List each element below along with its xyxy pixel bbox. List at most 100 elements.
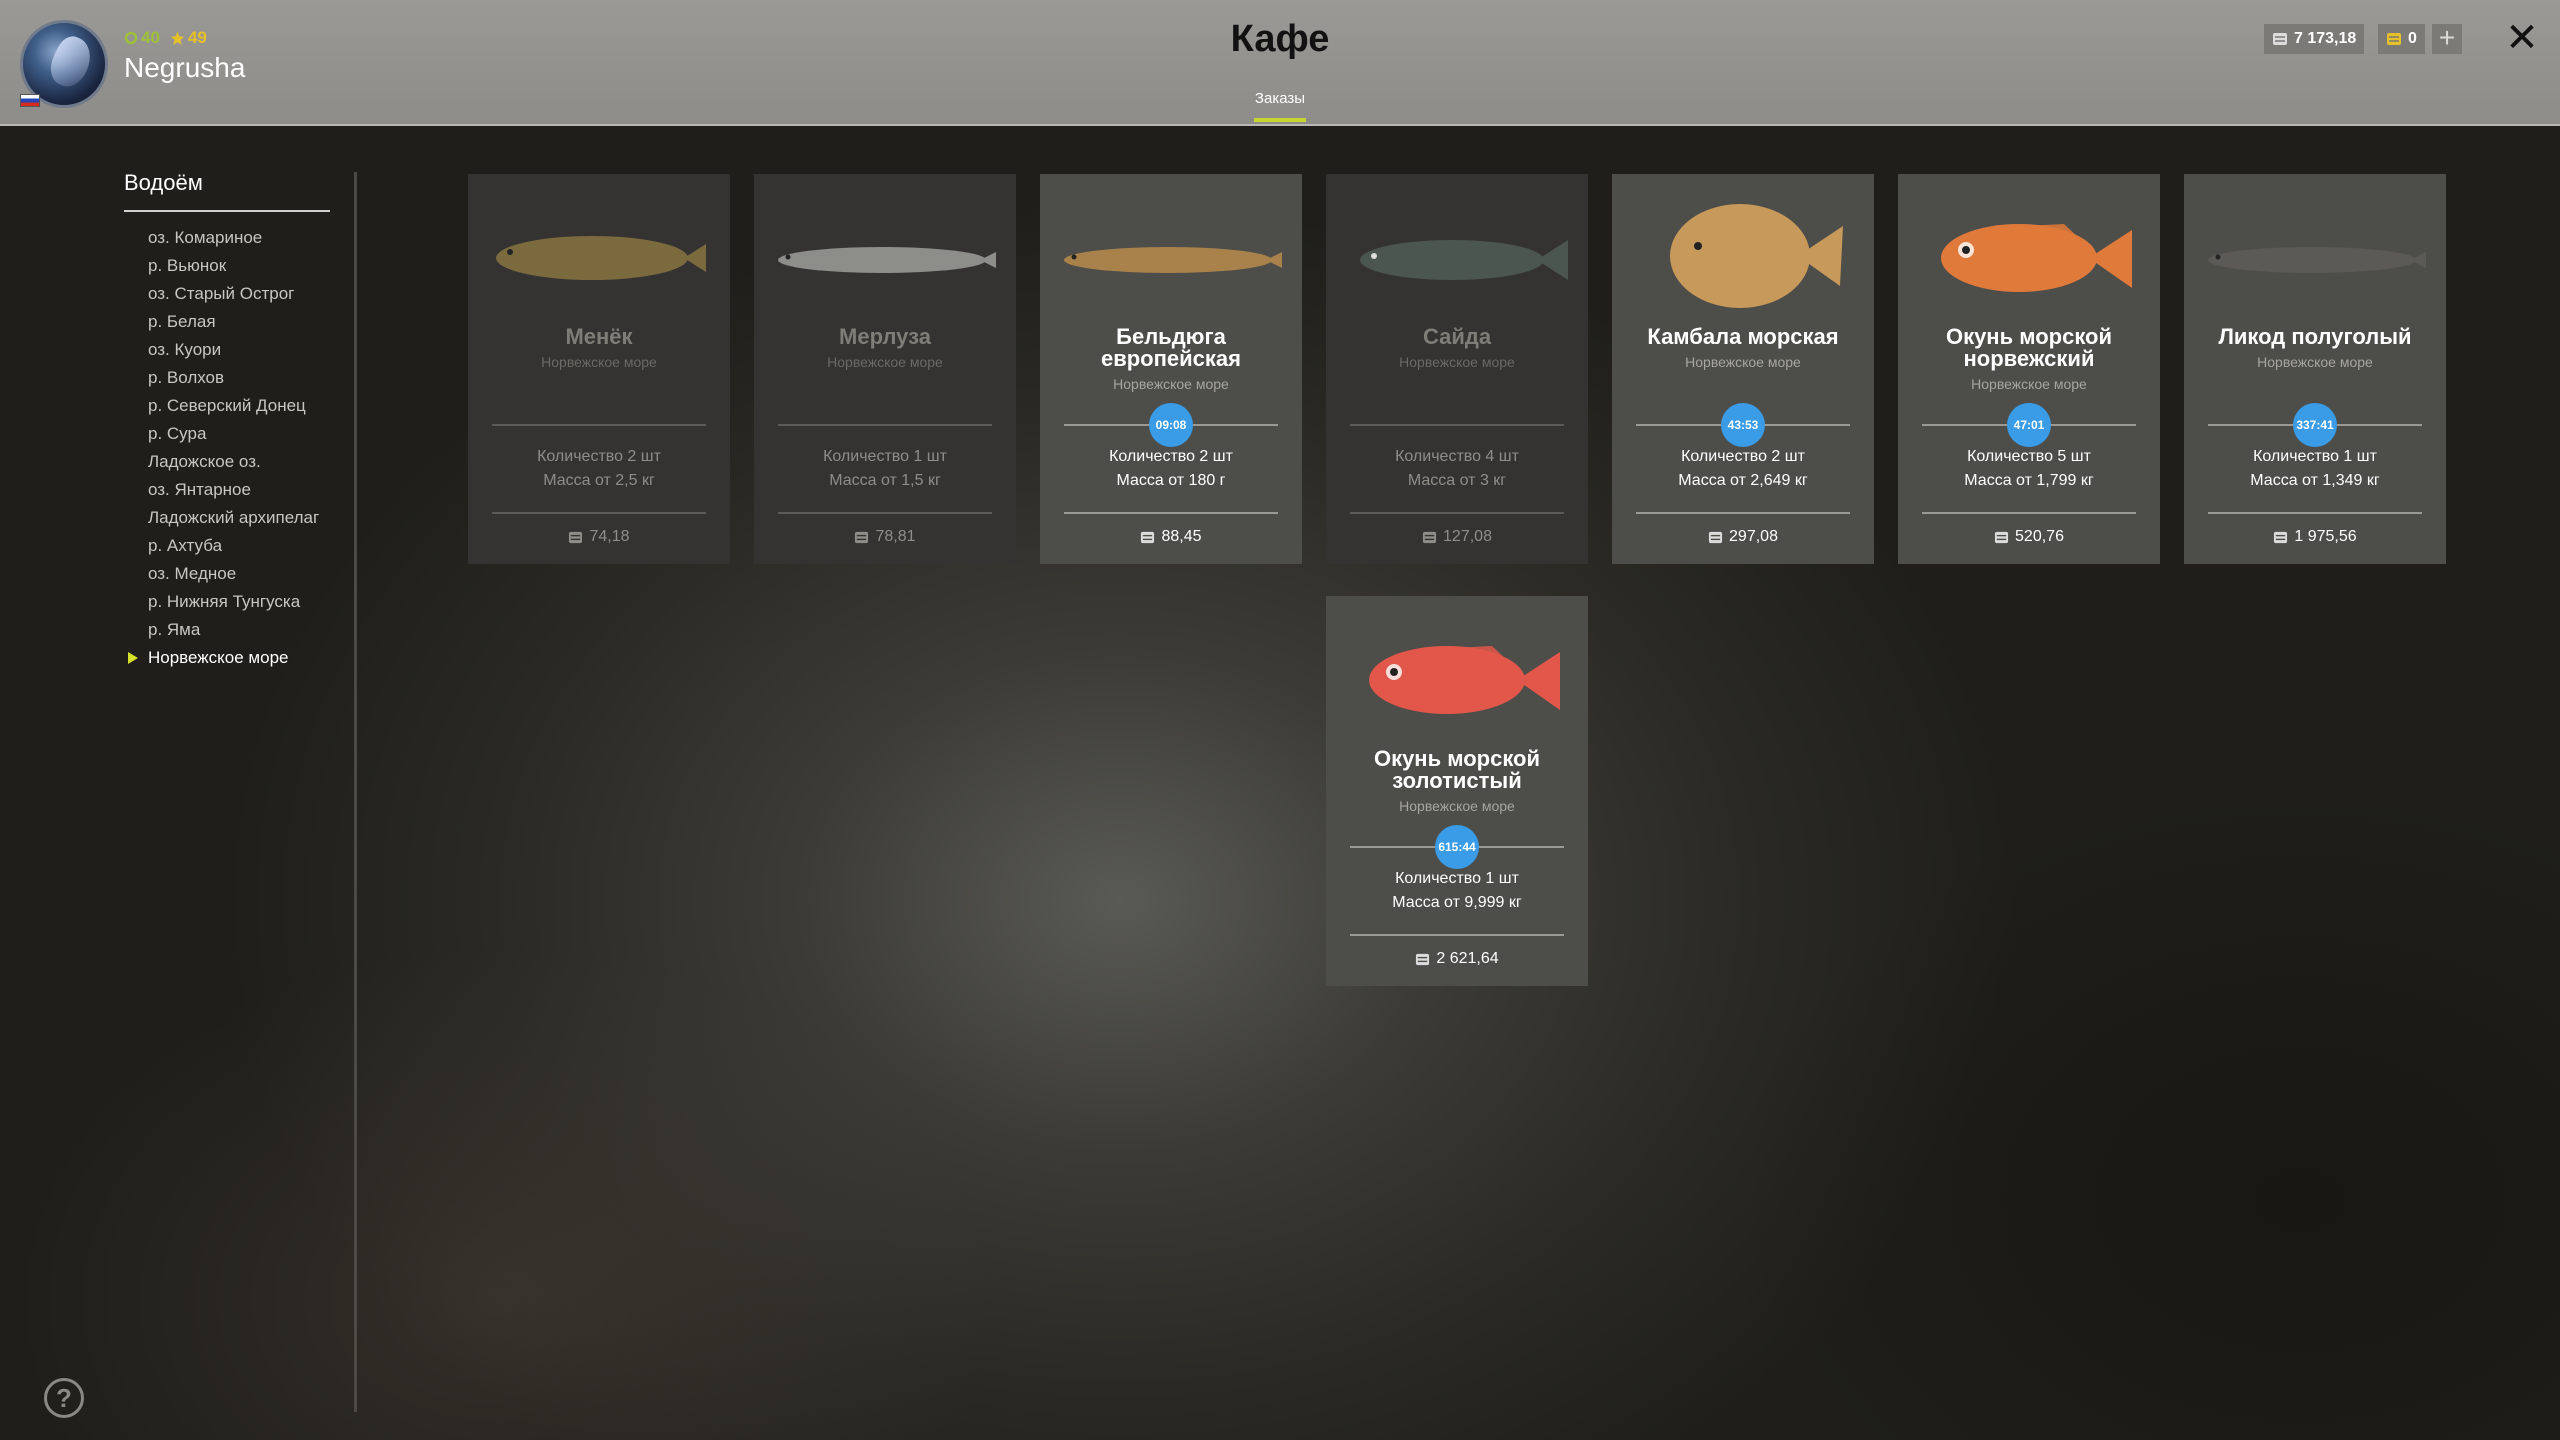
order-price-value: 88,45 [1161, 528, 1202, 545]
tab-orders[interactable]: Заказы [1230, 90, 1330, 107]
fish-name-line1: Ликод полуголый [2218, 324, 2412, 349]
sidebar-item-water[interactable]: оз. Медное [148, 560, 319, 588]
order-price: 127,08 [1326, 528, 1588, 546]
order-card[interactable]: Окунь морской норвежский Норвежское море… [1898, 174, 2160, 564]
card-divider [492, 512, 706, 514]
silver-coin-icon [1141, 531, 1155, 543]
saithe-fish-icon [1342, 188, 1572, 318]
order-quantity: Количество 2 шт [537, 448, 661, 465]
order-price-value: 297,08 [1729, 528, 1778, 545]
order-mass: Масса от 3 кг [1407, 472, 1507, 489]
order-card[interactable]: Сайда Норвежское море Количество 4 шт Ма… [1326, 174, 1588, 564]
tab-active-indicator [1254, 118, 1306, 122]
close-button[interactable]: ✕ [2502, 18, 2542, 58]
fish-name-line2: золотистый [1392, 768, 1522, 793]
sidebar-item-water[interactable]: Ладожское оз. [148, 448, 319, 476]
page-title: Кафе [1230, 18, 1330, 60]
silver-coin-icon [1708, 531, 1723, 543]
card-divider [1350, 512, 1564, 514]
card-divider [1636, 512, 1850, 514]
sidebar-item-water[interactable]: оз. Комариное [148, 224, 319, 252]
sidebar-item-water[interactable]: р. Вьюнок [148, 252, 319, 280]
help-button[interactable]: ? [44, 1378, 84, 1418]
fish-name: Окунь морской золотистый [1334, 748, 1580, 792]
order-quantity: Количество 4 шт [1395, 448, 1519, 465]
order-price: 2 621,64 [1326, 950, 1588, 968]
order-timer: 615:44 [1435, 825, 1479, 869]
order-mass: Масса от 1,799 кг [1964, 472, 2094, 489]
sidebar-item-water[interactable]: р. Сура [148, 420, 319, 448]
order-card[interactable]: Бельдюга европейская Норвежское море 09:… [1040, 174, 1302, 564]
fish-region: Норвежское море [1971, 376, 2087, 392]
card-divider [778, 512, 992, 514]
sidebar-item-water[interactable]: Норвежское море [127, 644, 319, 672]
silver-balance: 7 173,18 [2264, 24, 2365, 54]
order-price: 520,76 [1898, 528, 2160, 546]
sidebar-item-water[interactable]: оз. Старый Острог [148, 280, 319, 308]
top-bar: 40 49 Negrusha Кафе Заказы 7 173,18 0 + … [0, 0, 2560, 126]
sidebar-item-water[interactable]: р. Белая [148, 308, 319, 336]
order-timer: 337:41 [2293, 403, 2337, 447]
card-divider [1350, 424, 1564, 426]
card-divider [778, 424, 992, 426]
order-price-value: 520,76 [2015, 528, 2064, 545]
sidebar-item-water[interactable]: р. Северский Донец [148, 392, 319, 420]
order-quantity: Количество 2 шт [1681, 448, 1805, 465]
fish-name-line1: Бельдюга [1116, 324, 1226, 349]
fish-region: Норвежское море [1399, 354, 1515, 370]
order-card[interactable]: Менёк Норвежское море Количество 2 шт Ма… [468, 174, 730, 564]
fish-name: Окунь морской норвежский [1906, 326, 2152, 370]
fish-name-line2: норвежский [1963, 346, 2095, 371]
order-card[interactable]: Ликод полуголый Норвежское море 337:41 К… [2184, 174, 2446, 564]
fish-region: Норвежское море [1113, 376, 1229, 392]
order-mass: Масса от 2,649 кг [1678, 472, 1808, 489]
order-quantity: Количество 5 шт [1967, 448, 2091, 465]
fish-region: Норвежское море [1399, 798, 1515, 814]
plaice-fish-icon [1628, 188, 1858, 318]
fish-name-line1: Камбала морская [1647, 324, 1839, 349]
redfish-fish-icon [1914, 188, 2144, 318]
order-mass: Масса от 180 г [1116, 472, 1226, 489]
sidebar-item-water[interactable]: р. Яма [148, 616, 319, 644]
sidebar-item-water[interactable]: оз. Куори [148, 336, 319, 364]
country-flag-icon [20, 94, 40, 107]
fish-name-line2: европейская [1100, 346, 1241, 371]
order-mass: Масса от 1,5 кг [829, 472, 941, 489]
fish-region: Норвежское море [541, 354, 657, 370]
sidebar-title: Водоём [124, 170, 203, 195]
silver-coin-icon [855, 531, 869, 543]
silver-value: 7 173,18 [2294, 30, 2357, 47]
fish-name-line1: Мерлуза [839, 324, 931, 349]
sidebar-item-water[interactable]: р. Волхов [148, 364, 319, 392]
order-mass: Масса от 9,999 кг [1392, 894, 1522, 911]
order-price: 74,18 [468, 528, 730, 546]
fish-region: Норвежское море [1685, 354, 1801, 370]
add-currency-button[interactable]: + [2432, 24, 2462, 54]
order-card[interactable]: Мерлуза Норвежское море Количество 1 шт … [754, 174, 1016, 564]
gold-balance: 0 [2378, 24, 2425, 54]
order-quantity: Количество 1 шт [823, 448, 947, 465]
sidebar-item-water[interactable]: р. Нижняя Тунгуска [148, 588, 319, 616]
gold-value: 0 [2408, 30, 2417, 47]
card-divider [492, 424, 706, 426]
sidebar-scroll-track[interactable] [354, 172, 357, 1412]
sidebar-divider [124, 210, 330, 212]
silver-coin-icon [1994, 531, 2009, 543]
fish-region: Норвежское море [2257, 354, 2373, 370]
gold-coin-icon [2387, 33, 2401, 45]
order-card[interactable]: Камбала морская Норвежское море 43:53 Ко… [1612, 174, 1874, 564]
sidebar-item-water[interactable]: оз. Янтарное [148, 476, 319, 504]
order-mass: Масса от 2,5 кг [543, 472, 655, 489]
order-card[interactable]: Окунь морской золотистый Норвежское море… [1326, 596, 1588, 986]
order-timer: 47:01 [2007, 403, 2051, 447]
order-mass: Масса от 1,349 кг [2250, 472, 2380, 489]
card-divider [1922, 512, 2136, 514]
tusk-fish-icon [484, 188, 714, 318]
sidebar-item-water[interactable]: р. Ахтуба [148, 532, 319, 560]
order-price-value: 127,08 [1443, 528, 1492, 545]
order-price-value: 1 975,56 [2294, 528, 2357, 545]
silver-coin-icon [1422, 531, 1437, 543]
fish-name-line1: Менёк [565, 324, 633, 349]
fish-name: Менёк [476, 326, 722, 348]
sidebar-item-water[interactable]: Ладожский архипелаг [148, 504, 319, 532]
